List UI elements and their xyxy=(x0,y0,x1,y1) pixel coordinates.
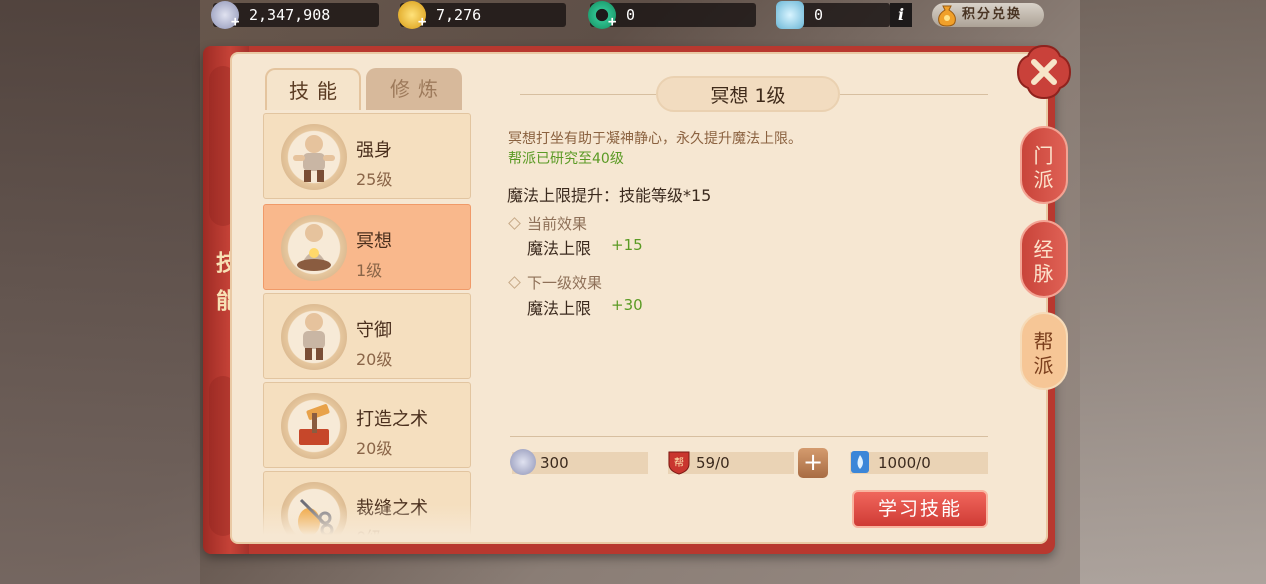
gold-amount: 7,276 xyxy=(436,6,482,24)
current-effect-value: +15 xyxy=(611,236,643,254)
next-effect-label: 下一级效果 xyxy=(527,274,603,292)
exchange-label: 积分兑换 xyxy=(962,7,1023,22)
next-effect-value: +30 xyxy=(611,296,643,314)
skill-level: 1级 xyxy=(356,261,383,280)
skill-level: 20级 xyxy=(356,350,393,369)
silver-coin-icon xyxy=(510,449,536,475)
points-exchange-button[interactable]: 积分兑换 xyxy=(932,3,1044,27)
gem-currency[interactable]: 0 xyxy=(776,1,890,29)
gold-currency[interactable]: + 7,276 xyxy=(398,1,566,30)
defense-icon xyxy=(281,304,347,370)
skill-name: 守御 xyxy=(356,320,392,341)
next-effect-name: 魔法上限 xyxy=(527,299,592,318)
jade-currency[interactable]: + 0 xyxy=(588,1,756,30)
list-fade xyxy=(263,505,473,535)
close-icon[interactable] xyxy=(1014,42,1074,102)
current-effect-name: 魔法上限 xyxy=(527,239,592,258)
skill-item-meditation[interactable]: 冥想 1级 xyxy=(263,204,471,290)
add-contribution-button[interactable]: + xyxy=(798,448,828,478)
plus-icon: + xyxy=(418,14,427,30)
plus-icon: + xyxy=(608,14,617,30)
info-button[interactable]: i xyxy=(890,3,912,27)
money-bag-icon xyxy=(938,5,956,27)
energy-drop-icon xyxy=(851,451,869,473)
svg-text:帮: 帮 xyxy=(674,457,684,469)
tab-skills[interactable]: 技能 xyxy=(265,68,361,110)
silver-cost-value: 300 xyxy=(540,454,569,472)
skill-title: 冥想 1级 xyxy=(656,76,840,112)
tab-cultivation[interactable]: 修炼 xyxy=(366,68,462,110)
guild-research-status: 帮派已研究至40级 xyxy=(508,151,624,167)
plus-icon: + xyxy=(231,14,240,30)
current-effect-label: 当前效果 xyxy=(527,215,588,233)
skill-description: 冥想打坐有助于凝神静心，永久提升魔法上限。 xyxy=(508,131,802,147)
guild-contribution-value: 59/0 xyxy=(696,454,730,472)
side-tab-guild[interactable]: 帮派 xyxy=(1020,312,1068,390)
meditation-icon xyxy=(281,215,347,281)
energy-cost: 1000/0 xyxy=(850,451,988,474)
learn-skill-button[interactable]: 学习技能 xyxy=(852,490,988,528)
gem-icon xyxy=(776,1,804,29)
background-scene xyxy=(0,0,200,584)
energy-cost-value: 1000/0 xyxy=(878,454,931,472)
skill-item-forging[interactable]: 打造之术 20级 xyxy=(263,382,471,468)
skill-name: 打造之术 xyxy=(356,409,428,430)
silver-amount: 2,347,908 xyxy=(249,6,331,24)
gem-amount: 0 xyxy=(814,6,824,24)
skill-item-defense[interactable]: 守御 20级 xyxy=(263,293,471,379)
skill-item-strength[interactable]: 强身 25级 xyxy=(263,113,471,199)
skill-level: 25级 xyxy=(356,170,393,189)
side-tab-meridian[interactable]: 经脉 xyxy=(1020,220,1068,298)
jade-amount: 0 xyxy=(626,6,636,24)
divider xyxy=(520,94,656,95)
guild-contribution-cost: 帮 59/0 xyxy=(668,451,794,475)
divider xyxy=(840,94,988,95)
guild-badge-icon: 帮 xyxy=(668,451,690,475)
forging-icon xyxy=(281,393,347,459)
background-scene-right xyxy=(1080,0,1266,584)
side-tab-sect[interactable]: 门派 xyxy=(1020,126,1068,204)
strength-icon xyxy=(281,124,347,190)
divider xyxy=(510,436,988,437)
skill-list[interactable]: 强身 25级 冥想 1级 守御 20级 打造之术 20级 裁缝之术 0级 xyxy=(263,110,473,535)
skill-level: 20级 xyxy=(356,439,393,458)
skill-bonus-formula: 魔法上限提升：技能等级*15 xyxy=(507,186,712,205)
skill-name: 冥想 xyxy=(356,231,392,252)
silver-cost: 300 xyxy=(510,449,648,475)
skill-name: 强身 xyxy=(356,140,392,161)
silver-currency[interactable]: + 2,347,908 xyxy=(211,1,379,30)
